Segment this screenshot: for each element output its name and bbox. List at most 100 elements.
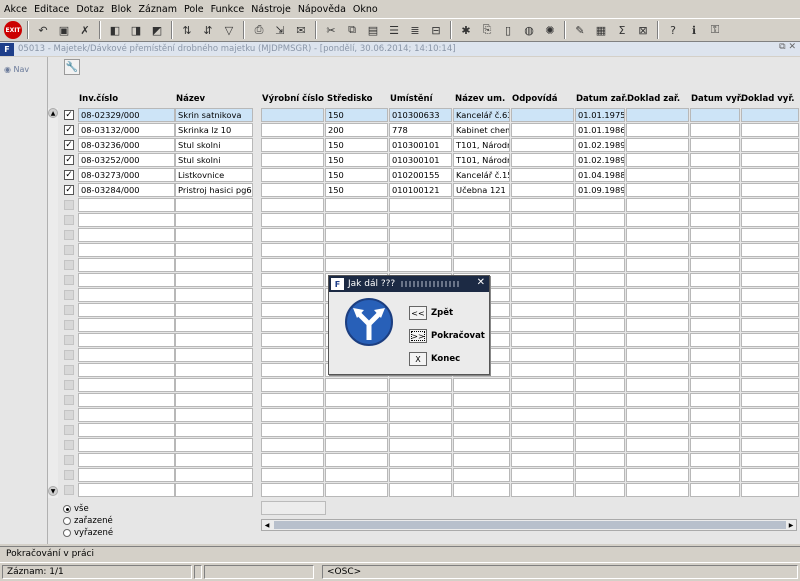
excel-icon[interactable]: ⊠ [634, 21, 652, 39]
save-icon[interactable]: ▣ [55, 21, 73, 39]
cell-datum-vyr[interactable] [690, 438, 740, 452]
cell-datum-zar[interactable] [575, 453, 625, 467]
cell-nazev-um[interactable] [453, 378, 510, 392]
duplicate-icon[interactable]: ⊟ [427, 21, 445, 39]
report-icon[interactable]: ▦ [592, 21, 610, 39]
row-checkbox[interactable] [64, 260, 74, 270]
row-checkbox[interactable] [64, 245, 74, 255]
cell-umisteni[interactable] [389, 408, 452, 422]
cell-nazev[interactable] [175, 453, 253, 467]
cell-datum-zar[interactable] [575, 333, 625, 347]
menu-nastroje[interactable]: Nástroje [251, 4, 291, 15]
cell-inv[interactable] [78, 468, 175, 482]
cell-inv[interactable] [78, 438, 175, 452]
cell-doklad-vyr[interactable] [741, 438, 799, 452]
cell-vyrobni[interactable] [261, 108, 324, 122]
row-checkbox[interactable] [64, 200, 74, 210]
cell-datum-zar[interactable] [575, 258, 625, 272]
cell-vyrobni[interactable] [261, 483, 324, 497]
cell-nazev-um[interactable] [453, 483, 510, 497]
cell-doklad-vyr[interactable] [741, 363, 799, 377]
cell-umisteni[interactable]: 010100121 [389, 183, 452, 197]
window-controls[interactable]: ⧉ ✕ [779, 42, 796, 52]
cell-umisteni[interactable] [389, 243, 452, 257]
cell-inv[interactable]: 08-03273/000 [78, 168, 175, 182]
menu-zaznam[interactable]: Záznam [139, 4, 177, 15]
cell-doklad-vyr[interactable] [741, 243, 799, 257]
cell-doklad-zar[interactable] [626, 393, 689, 407]
cell-nazev-um[interactable]: T101, Národní [453, 153, 510, 167]
cell-odpovida[interactable] [511, 303, 574, 317]
cell-odpovida[interactable] [511, 363, 574, 377]
row-checkbox[interactable]: ✓ [64, 125, 74, 135]
row-checkbox[interactable] [64, 230, 74, 240]
row-checkbox[interactable] [64, 275, 74, 285]
cell-doklad-vyr[interactable] [741, 483, 799, 497]
cell-doklad-vyr[interactable] [741, 273, 799, 287]
cell-nazev-um[interactable] [453, 198, 510, 212]
scroll-right-icon[interactable]: ▶ [786, 520, 796, 530]
cell-nazev[interactable]: Stul skolni [175, 153, 253, 167]
cell-doklad-zar[interactable] [626, 213, 689, 227]
cell-doklad-vyr[interactable] [741, 228, 799, 242]
cell-doklad-zar[interactable] [626, 408, 689, 422]
back-button[interactable]: << [409, 306, 427, 320]
continue-button[interactable]: >> [409, 329, 427, 343]
table-row[interactable] [48, 393, 800, 408]
cell-umisteni[interactable] [389, 453, 452, 467]
cell-doklad-vyr[interactable] [741, 288, 799, 302]
query-cancel-icon[interactable]: ◩ [148, 21, 166, 39]
cell-inv[interactable] [78, 378, 175, 392]
table-row[interactable]: ✓ 08-03236/000 Stul skolni 150 010300101 T101… [48, 138, 800, 153]
cell-datum-vyr[interactable] [690, 228, 740, 242]
cell-datum-vyr[interactable] [690, 288, 740, 302]
cell-datum-vyr[interactable] [690, 213, 740, 227]
cell-nazev[interactable] [175, 348, 253, 362]
cell-datum-zar[interactable]: 01.02.1989 [575, 138, 625, 152]
cell-vyrobni[interactable] [261, 138, 324, 152]
cell-doklad-zar[interactable] [626, 348, 689, 362]
cell-nazev[interactable] [175, 378, 253, 392]
menu-napoveda[interactable]: Nápověda [298, 4, 346, 15]
table-row[interactable] [48, 468, 800, 483]
cell-inv[interactable]: 08-02329/000 [78, 108, 175, 122]
cell-datum-vyr[interactable] [690, 138, 740, 152]
radio-dot[interactable] [63, 529, 71, 537]
table-row[interactable]: ✓ 08-02329/000 Skrin satnikova 150 010300633… [48, 108, 800, 123]
cell-odpovida[interactable] [511, 153, 574, 167]
cell-nazev[interactable] [175, 228, 253, 242]
row-checkbox[interactable] [64, 395, 74, 405]
cell-doklad-zar[interactable] [626, 153, 689, 167]
cell-datum-vyr[interactable] [690, 318, 740, 332]
end-button[interactable]: X [409, 352, 427, 366]
cell-stredisko[interactable]: 150 [325, 183, 388, 197]
table-row[interactable] [48, 198, 800, 213]
cell-inv[interactable] [78, 453, 175, 467]
cell-inv[interactable]: 08-03132/000 [78, 123, 175, 137]
cell-datum-zar[interactable] [575, 483, 625, 497]
menu-funkce[interactable]: Funkce [211, 4, 245, 15]
cell-nazev-um[interactable] [453, 393, 510, 407]
cell-umisteni[interactable] [389, 483, 452, 497]
cell-umisteni[interactable] [389, 438, 452, 452]
cell-vyrobni[interactable] [261, 453, 324, 467]
table-row[interactable] [48, 378, 800, 393]
cell-stredisko[interactable] [325, 198, 388, 212]
cell-inv[interactable] [78, 408, 175, 422]
cell-vyrobni[interactable] [261, 318, 324, 332]
edit-icon[interactable]: ✎ [571, 21, 589, 39]
scroll-thumb[interactable] [274, 521, 786, 529]
cell-nazev[interactable] [175, 198, 253, 212]
menu-okno[interactable]: Okno [353, 4, 378, 15]
attach-icon[interactable]: ⎘ [478, 21, 496, 39]
cell-vyrobni[interactable] [261, 423, 324, 437]
cell-doklad-zar[interactable] [626, 483, 689, 497]
cell-doklad-vyr[interactable] [741, 123, 799, 137]
cell-vyrobni[interactable] [261, 198, 324, 212]
cell-datum-zar[interactable] [575, 303, 625, 317]
cell-nazev[interactable]: Skrinka lz 10 [175, 123, 253, 137]
nav-button[interactable]: ◉ Nav [4, 65, 29, 74]
radio-vse[interactable]: vše [63, 503, 113, 515]
cell-datum-vyr[interactable] [690, 168, 740, 182]
cell-nazev[interactable] [175, 288, 253, 302]
